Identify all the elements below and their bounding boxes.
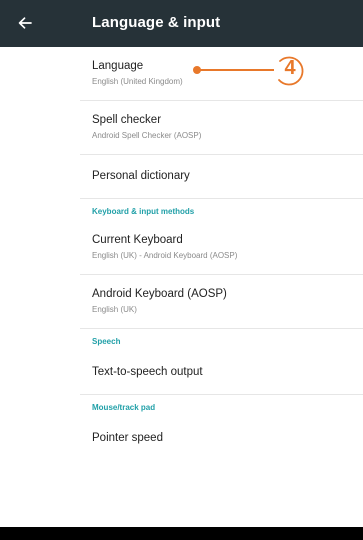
pointer-speed-item[interactable]: Pointer speed (80, 417, 363, 460)
spell-checker-title: Spell checker (92, 114, 162, 126)
language-title: Language (92, 60, 144, 72)
android-keyboard-item[interactable]: Android Keyboard (AOSP) English (UK) (80, 275, 363, 329)
section-header-mouse: Mouse/track pad (80, 394, 363, 417)
section-header-speech: Speech (80, 328, 363, 351)
callout-badge: 4 (271, 55, 309, 86)
system-nav-bar (0, 527, 363, 540)
app-bar: Language & input (0, 0, 363, 47)
android-keyboard-title: Android Keyboard (AOSP) (92, 288, 227, 300)
personal-dictionary-title: Personal dictionary (92, 170, 190, 182)
spell-checker-summary: Android Spell Checker (AOSP) (92, 131, 202, 140)
section-header-keyboard: Keyboard & input methods (80, 198, 363, 221)
mouse-section-label: Mouse/track pad (92, 403, 156, 412)
callout-dot (193, 66, 201, 74)
spell-checker-item[interactable]: Spell checker Android Spell Checker (AOS… (80, 101, 363, 155)
speech-section-label: Speech (92, 337, 121, 346)
pointer-speed-title: Pointer speed (92, 432, 163, 444)
back-button[interactable] (8, 6, 42, 40)
language-item[interactable]: Language English (United Kingdom) (80, 47, 363, 101)
personal-dictionary-item[interactable]: Personal dictionary (80, 155, 363, 199)
current-keyboard-title: Current Keyboard (92, 234, 183, 246)
current-keyboard-summary: English (UK) - Android Keyboard (AOSP) (92, 251, 238, 260)
tts-output-item[interactable]: Text-to-speech output (80, 351, 363, 395)
tts-output-title: Text-to-speech output (92, 366, 203, 378)
android-keyboard-summary: English (UK) (92, 305, 137, 314)
page-title: Language & input (92, 14, 221, 31)
arrow-back-icon (18, 17, 32, 29)
settings-list: Language English (United Kingdom) Spell … (80, 47, 363, 460)
callout-number: 4 (284, 57, 296, 79)
callout-line (197, 69, 274, 71)
language-summary: English (United Kingdom) (92, 77, 183, 86)
keyboard-section-label: Keyboard & input methods (92, 207, 195, 216)
current-keyboard-item[interactable]: Current Keyboard English (UK) - Android … (80, 221, 363, 275)
